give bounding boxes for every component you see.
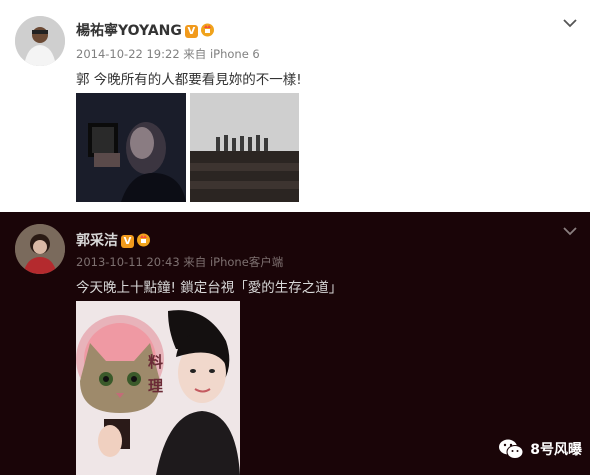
chevron-down-icon[interactable] — [563, 226, 577, 236]
verified-badge-icon: V — [121, 235, 134, 248]
author-name-text[interactable]: 楊祐寧YOYANG — [76, 23, 182, 39]
avatar[interactable] — [15, 224, 65, 274]
source-prefix: 来自 — [183, 47, 207, 61]
post-image[interactable] — [190, 93, 299, 202]
source-client[interactable]: iPhone客户端 — [210, 255, 283, 269]
timestamp[interactable]: 2013-10-11 20:43 — [76, 255, 180, 269]
post-text: 郭 今晚所有的人都要看見妳的不一樣! — [76, 72, 302, 88]
author-name-text[interactable]: 郭采洁 — [76, 233, 118, 249]
verified-badge-icon: V — [184, 25, 198, 38]
weibo-post-2: 郭采洁 V 2013-10-11 20:43 来自 iPhone客户端 今天晚上十… — [0, 212, 590, 475]
author-name[interactable]: 楊祐寧YOYANG V — [76, 20, 215, 40]
author-name[interactable]: 郭采洁 V — [76, 230, 151, 250]
chevron-down-icon[interactable] — [563, 18, 577, 28]
member-badge-icon — [200, 23, 214, 37]
source-client[interactable]: iPhone 6 — [210, 47, 260, 61]
wechat-icon — [499, 439, 524, 459]
post-meta: 2013-10-11 20:43 来自 iPhone客户端 — [76, 254, 283, 270]
post-text: 今天晚上十點鐘! 鎖定台視「愛的生存之道」 — [76, 280, 343, 296]
source-prefix: 来自 — [183, 255, 207, 269]
avatar[interactable] — [15, 16, 65, 66]
watermark-label: 8号风曝 — [530, 442, 582, 458]
timestamp[interactable]: 2014-10-22 19:22 — [76, 47, 180, 61]
post-image[interactable] — [76, 93, 186, 202]
svg-text:料: 料 — [148, 353, 163, 371]
member-badge-icon — [137, 233, 150, 247]
post-meta: 2014-10-22 19:22 来自 iPhone 6 — [76, 46, 260, 62]
svg-text:理: 理 — [148, 377, 163, 395]
weibo-post-1: 楊祐寧YOYANG V 2014-10-22 19:22 来自 iPhone 6 … — [0, 0, 590, 212]
post-image[interactable]: 料 理 — [76, 301, 240, 475]
watermark: 8号风曝 — [498, 436, 582, 462]
